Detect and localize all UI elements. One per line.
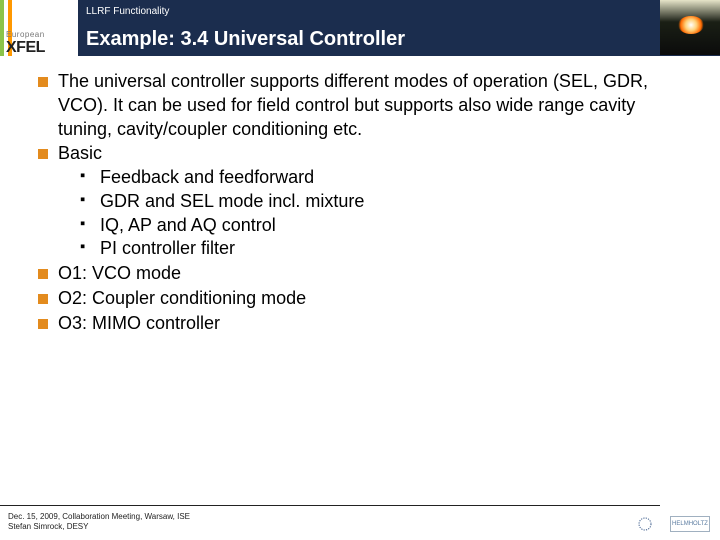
footer-line1: Dec. 15, 2009, Collaboration Meeting, Wa… [8,512,190,522]
logo-upper-text: European [6,30,78,39]
sub-list-item: IQ, AP and AQ control [80,214,690,238]
sub-list-item: GDR and SEL mode incl. mixture [80,190,690,214]
stripe-green [0,0,4,56]
header-bar: LLRF Functionality Example: 3.4 Universa… [0,0,720,56]
xfel-logo: European XFEL [6,30,78,54]
list-item: O3: MIMO controller [38,312,690,336]
footer-text: Dec. 15, 2009, Collaboration Meeting, Wa… [8,512,190,532]
bullet-text: The universal controller supports differ… [58,71,648,139]
list-item: O2: Coupler conditioning mode [38,287,690,311]
bullet-text: O2: Coupler conditioning mode [58,288,306,308]
partner-logo-icon [634,516,656,532]
content-area: The universal controller supports differ… [38,70,690,486]
logo-main-text: XFEL [6,39,78,57]
bullet-text: Basic [58,143,102,163]
sub-list-item: Feedback and feedforward [80,166,690,190]
sub-list: Feedback and feedforward GDR and SEL mod… [58,166,690,261]
sub-list-item: PI controller filter [80,237,690,261]
list-item: O1: VCO mode [38,262,690,286]
helmholtz-logo: HELMHOLTZ [670,516,710,532]
bullet-list: The universal controller supports differ… [38,70,690,335]
breadcrumb: LLRF Functionality [86,6,169,17]
footer-logos: HELMHOLTZ [634,516,710,532]
list-item: The universal controller supports differ… [38,70,690,141]
bullet-text: O1: VCO mode [58,263,181,283]
page-title: Example: 3.4 Universal Controller [86,28,405,51]
bullet-text: O3: MIMO controller [58,313,220,333]
footer-divider [0,505,660,506]
list-item: Basic Feedback and feedforward GDR and S… [38,142,690,261]
header-thumbnail [660,0,720,55]
glow-icon [678,16,704,34]
footer-line2: Stefan Simrock, DESY [8,522,190,532]
